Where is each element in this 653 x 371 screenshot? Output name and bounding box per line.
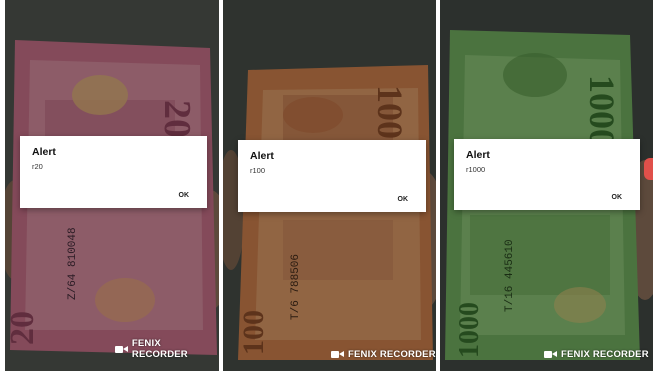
- watermark-text: FENIX RECORDER: [561, 349, 649, 360]
- video-camera-icon: [544, 350, 558, 359]
- camera-panel-r20: 20 20 Z/64 810048 Alert r20 OK FENIX REC…: [5, 0, 219, 371]
- recorder-watermark: FENIX RECORDER: [331, 349, 436, 360]
- recorder-watermark: FENIX RECORDER: [544, 349, 649, 360]
- dialog-message: r1000: [466, 165, 486, 174]
- video-camera-icon: [331, 350, 345, 359]
- camera-panel-r100: 100 100 T/6 788506 Alert r100 OK FENIX R…: [223, 0, 436, 371]
- ok-button[interactable]: OK: [179, 192, 190, 199]
- alert-dialog: Alert r100 OK: [238, 140, 426, 212]
- ok-button[interactable]: OK: [612, 194, 623, 201]
- dialog-message: r100: [250, 166, 266, 175]
- alert-dialog: Alert r1000 OK: [454, 139, 640, 210]
- dialog-message: r20: [32, 162, 43, 171]
- dialog-title: Alert: [466, 149, 490, 161]
- video-camera-icon: [115, 345, 129, 354]
- watermark-text: FENIX RECORDER: [348, 349, 436, 360]
- dialog-title: Alert: [250, 150, 274, 162]
- dialog-title: Alert: [32, 146, 56, 158]
- ok-button[interactable]: OK: [398, 196, 409, 203]
- watermark-text: FENIX RECORDER: [131, 338, 188, 360]
- alert-dialog: Alert r20 OK: [20, 136, 207, 208]
- camera-panel-r1000: 1000 1000 T/16 445610 Alert r1000 OK FEN…: [440, 0, 653, 371]
- red-dot-indicator: [644, 158, 653, 180]
- recorder-watermark: FENIX RECORDER: [115, 338, 219, 360]
